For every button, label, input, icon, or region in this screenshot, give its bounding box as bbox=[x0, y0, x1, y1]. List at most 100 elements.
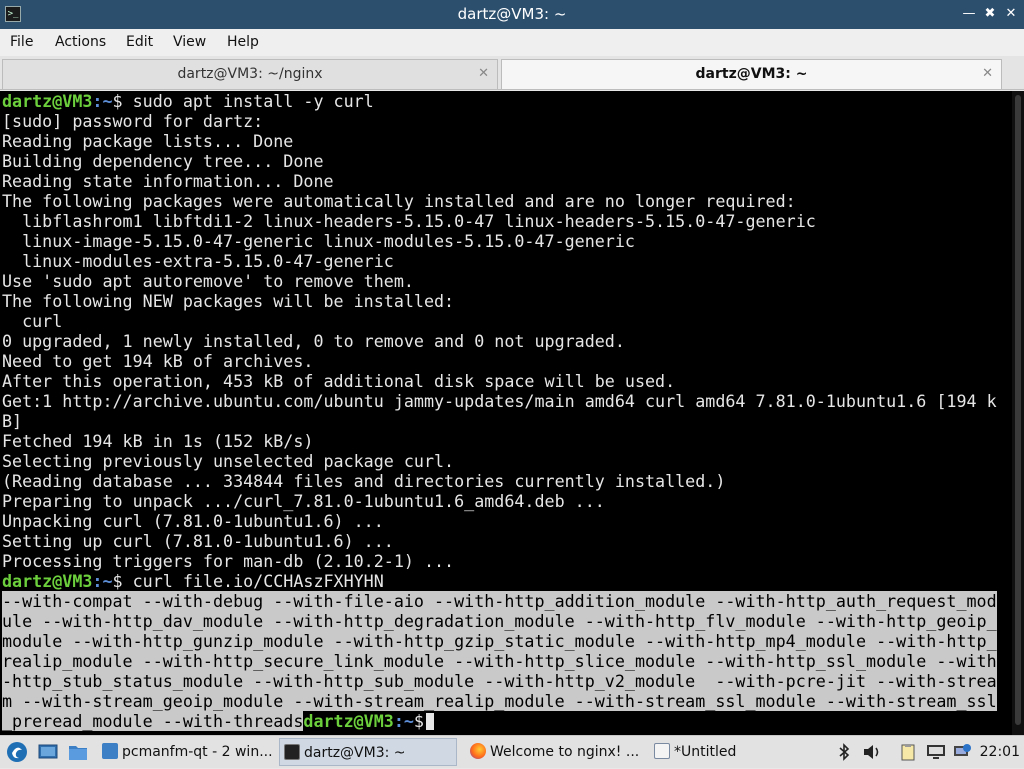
terminal-line: libflashrom1 libftdi1-2 linux-headers-5.… bbox=[2, 211, 997, 231]
firefox-icon bbox=[470, 743, 486, 759]
tab-label: dartz@VM3: ~ bbox=[695, 66, 808, 82]
text-editor-icon bbox=[654, 743, 670, 759]
prompt-user: dartz@VM3 bbox=[2, 571, 93, 591]
terminal-line: 0 upgraded, 1 newly installed, 0 to remo… bbox=[2, 331, 997, 351]
close-tab-icon[interactable]: ✕ bbox=[982, 60, 993, 88]
terminal-line: Building dependency tree... Done bbox=[2, 151, 997, 171]
terminal-icon bbox=[284, 744, 300, 760]
output-text: Preparing to unpack .../curl_7.81.0-1ubu… bbox=[2, 491, 605, 511]
task-label: pcmanfm-qt - 2 win... bbox=[122, 744, 273, 760]
terminal-line: The following NEW packages will be insta… bbox=[2, 291, 997, 311]
close-tab-icon[interactable]: ✕ bbox=[478, 60, 489, 88]
terminal-output: dartz@VM3:~$ sudo apt install -y curl [su… bbox=[2, 91, 997, 731]
terminal-line: Get:1 http://archive.ubuntu.com/ubuntu j… bbox=[2, 391, 997, 411]
show-desktop-icon[interactable] bbox=[38, 743, 58, 761]
terminal-line: realip_module --with-http_secure_link_mo… bbox=[2, 651, 997, 671]
terminal-line: The following packages were automaticall… bbox=[2, 191, 997, 211]
terminal-line: -http_stub_status_module --with-http_sub… bbox=[2, 671, 997, 691]
scrollbar[interactable] bbox=[1012, 91, 1024, 735]
terminal-line: dartz@VM3:~$ sudo apt install -y curl bbox=[2, 91, 997, 111]
terminal-line: After this operation, 453 kB of addition… bbox=[2, 371, 997, 391]
prompt-char: $ bbox=[112, 91, 123, 111]
selected-text: _preread_module --with-threads bbox=[2, 711, 304, 731]
terminal-line: Unpacking curl (7.81.0-1ubuntu1.6) ... bbox=[2, 511, 997, 531]
output-text: [sudo] password for dartz: bbox=[2, 111, 264, 131]
menu-help[interactable]: Help bbox=[227, 29, 259, 56]
output-text: Need to get 194 kB of archives. bbox=[2, 351, 314, 371]
tab-home[interactable]: dartz@VM3: ~ ✕ bbox=[501, 59, 1002, 89]
clipboard-icon[interactable] bbox=[898, 743, 918, 761]
output-text: (Reading database ... 334844 files and d… bbox=[2, 471, 726, 491]
menu-file[interactable]: File bbox=[10, 29, 33, 56]
output-text: 0 upgraded, 1 newly installed, 0 to remo… bbox=[2, 331, 625, 351]
output-text: Reading state information... Done bbox=[2, 171, 334, 191]
scrollbar-thumb[interactable] bbox=[1015, 95, 1021, 725]
maximize-icon[interactable]: ✖ bbox=[981, 5, 999, 23]
selected-text: ule --with-http_dav_module --with-http_d… bbox=[2, 611, 997, 631]
terminal-line: --with-compat --with-debug --with-file-a… bbox=[2, 591, 997, 611]
close-icon[interactable]: ✕ bbox=[1002, 5, 1020, 23]
clock[interactable]: 22:01 bbox=[980, 736, 1020, 769]
menu-bar: File Actions Edit View Help bbox=[0, 29, 1024, 56]
file-manager-icon[interactable] bbox=[68, 743, 88, 761]
task-text-editor[interactable]: *Untitled bbox=[650, 738, 828, 766]
terminal-line: Preparing to unpack .../curl_7.81.0-1ubu… bbox=[2, 491, 997, 511]
selected-text: realip_module --with-http_secure_link_mo… bbox=[2, 651, 997, 671]
output-text: Reading package lists... Done bbox=[2, 131, 294, 151]
terminal-line: Reading package lists... Done bbox=[2, 131, 997, 151]
display-icon[interactable] bbox=[926, 743, 946, 761]
task-pcmanfm[interactable]: pcmanfm-qt - 2 win... bbox=[98, 738, 274, 766]
output-text: Processing triggers for man-db (2.10.2-1… bbox=[2, 551, 455, 571]
menu-actions[interactable]: Actions bbox=[55, 29, 106, 56]
terminal-line: curl bbox=[2, 311, 997, 331]
terminal-line: ule --with-http_dav_module --with-http_d… bbox=[2, 611, 997, 631]
output-text: linux-image-5.15.0-47-generic linux-modu… bbox=[2, 231, 635, 251]
terminal-line: B] bbox=[2, 411, 997, 431]
terminal-line: Need to get 194 kB of archives. bbox=[2, 351, 997, 371]
tab-nginx[interactable]: dartz@VM3: ~/nginx ✕ bbox=[2, 59, 498, 89]
output-text: B] bbox=[2, 411, 23, 431]
terminal-view[interactable]: dartz@VM3:~$ sudo apt install -y curl [su… bbox=[0, 91, 1024, 735]
terminal-line: linux-modules-extra-5.15.0-47-generic bbox=[2, 251, 997, 271]
text-cursor bbox=[425, 713, 434, 730]
prompt-user: dartz@VM3 bbox=[2, 91, 93, 111]
output-text: libflashrom1 libftdi1-2 linux-headers-5.… bbox=[2, 211, 816, 231]
prompt-path: :~ bbox=[92, 91, 113, 111]
output-text: Use 'sudo apt autoremove' to remove them… bbox=[2, 271, 414, 291]
tab-bar: dartz@VM3: ~/nginx ✕ dartz@VM3: ~ ✕ bbox=[0, 56, 1024, 90]
terminal-line: dartz@VM3:~$ curl file.io/CCHAszFXHYHN bbox=[2, 571, 997, 591]
bluetooth-icon[interactable] bbox=[836, 743, 852, 761]
selected-text: -http_stub_status_module --with-http_sub… bbox=[2, 671, 997, 691]
output-text: Setting up curl (7.81.0-1ubuntu1.6) ... bbox=[2, 531, 394, 551]
terminal-line: Reading state information... Done bbox=[2, 171, 997, 191]
prompt-path: :~ bbox=[393, 711, 414, 731]
output-text: Unpacking curl (7.81.0-1ubuntu1.6) ... bbox=[2, 511, 384, 531]
terminal-line: Use 'sudo apt autoremove' to remove them… bbox=[2, 271, 997, 291]
menu-edit[interactable]: Edit bbox=[126, 29, 153, 56]
terminal-line: (Reading database ... 334844 files and d… bbox=[2, 471, 997, 491]
menu-view[interactable]: View bbox=[173, 29, 206, 56]
terminal-line: Setting up curl (7.81.0-1ubuntu1.6) ... bbox=[2, 531, 997, 551]
output-text: linux-modules-extra-5.15.0-47-generic bbox=[2, 251, 394, 271]
prompt-path: :~ bbox=[92, 571, 113, 591]
terminal-line: Processing triggers for man-db (2.10.2-1… bbox=[2, 551, 997, 571]
minimize-icon[interactable]: — bbox=[960, 5, 978, 23]
network-icon[interactable] bbox=[952, 743, 972, 761]
prompt-char: $ bbox=[112, 571, 123, 591]
task-firefox[interactable]: Welcome to nginx! ... bbox=[466, 738, 644, 766]
window-titlebar[interactable]: >_ dartz@VM3: ~ — ✖ ✕ bbox=[0, 0, 1024, 29]
output-text: After this operation, 453 kB of addition… bbox=[2, 371, 676, 391]
output-text: curl bbox=[2, 311, 63, 331]
terminal-line: Fetched 194 kB in 1s (152 kB/s) bbox=[2, 431, 997, 451]
prompt-char: $ bbox=[413, 711, 424, 731]
volume-icon[interactable] bbox=[862, 743, 882, 761]
command-text: sudo apt install -y curl bbox=[122, 91, 374, 111]
task-terminal[interactable]: dartz@VM3: ~ bbox=[279, 738, 457, 766]
window-title: dartz@VM3: ~ bbox=[457, 5, 567, 23]
start-menu-icon[interactable] bbox=[6, 741, 28, 763]
output-text: Get:1 http://archive.ubuntu.com/ubuntu j… bbox=[2, 391, 997, 411]
output-text: Building dependency tree... Done bbox=[2, 151, 324, 171]
task-label: *Untitled bbox=[674, 744, 737, 760]
terminal-line: linux-image-5.15.0-47-generic linux-modu… bbox=[2, 231, 997, 251]
selected-text: module --with-http_gunzip_module --with-… bbox=[2, 631, 997, 651]
